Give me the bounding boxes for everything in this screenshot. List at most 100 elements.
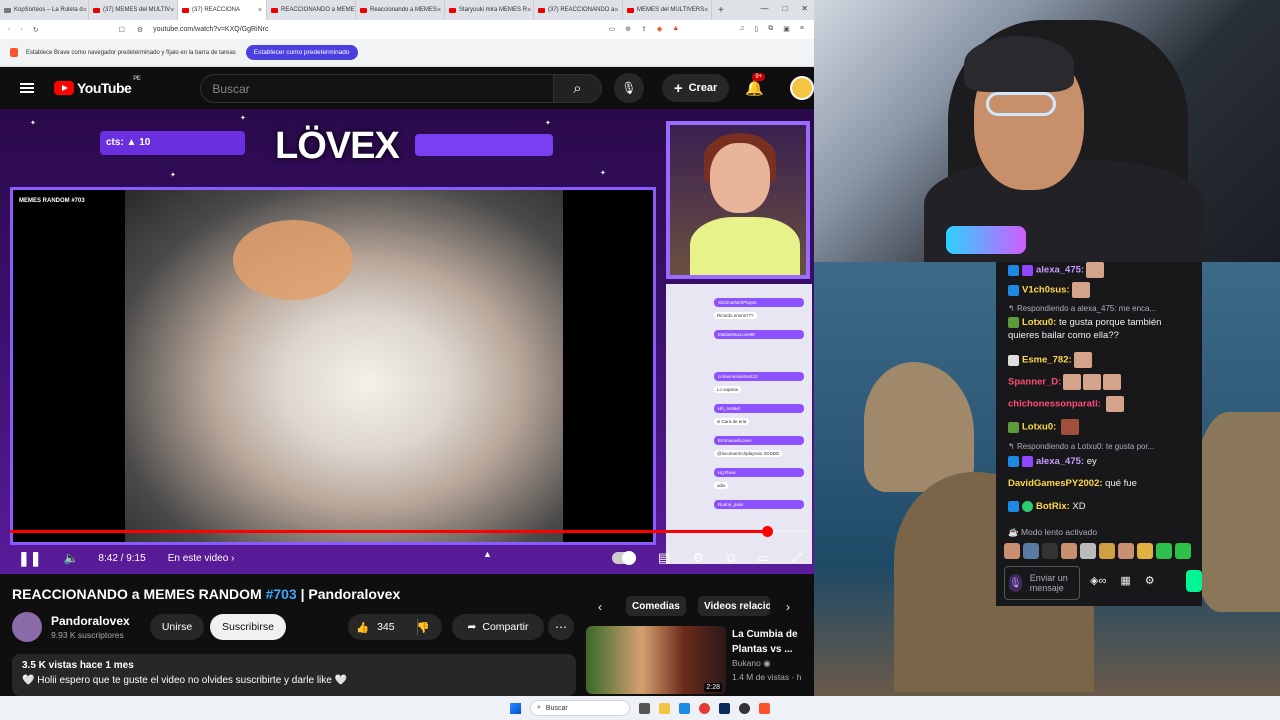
close-tab-icon[interactable]: ×	[704, 7, 708, 14]
url-field[interactable]: youtube.com/watch?v=KXQ/GgRiNrc	[153, 26, 268, 33]
fullscreen-icon[interactable]: ⤢	[792, 550, 802, 566]
close-tab-icon[interactable]: ×	[83, 7, 87, 14]
cast-icon[interactable]: ▭	[608, 25, 615, 33]
browser-tab-active[interactable]: (37) REACCIONA ×	[178, 0, 267, 20]
chapter-button[interactable]: En este video ›	[168, 553, 235, 564]
share-button[interactable]: ➦ Compartir	[452, 614, 544, 640]
close-tab-icon[interactable]: ×	[527, 7, 531, 14]
brave-icon[interactable]	[759, 702, 770, 714]
close-window-icon[interactable]: ✕	[801, 4, 808, 13]
back-icon[interactable]: ‹	[8, 26, 10, 33]
close-tab-icon[interactable]: ×	[170, 7, 174, 14]
settings-gear-icon[interactable]: ⚙	[692, 550, 704, 566]
chip-comedias[interactable]: Comedias	[626, 596, 686, 616]
browser-tab[interactable]: (37) MEMES del MULTIV ×	[89, 0, 178, 20]
store-icon[interactable]: ▦	[1120, 574, 1130, 587]
emote-icon[interactable]	[1004, 543, 1020, 559]
browser-tab[interactable]: REACCIONANDO a MEME×	[267, 0, 356, 20]
emote-icon[interactable]	[1137, 543, 1153, 559]
menu-icon[interactable]: ≡	[800, 25, 804, 33]
chat-send-button[interactable]	[1186, 570, 1202, 592]
emote-icon[interactable]	[1061, 543, 1077, 559]
join-button[interactable]: Unirse	[150, 614, 204, 640]
chips-next-icon[interactable]: ›	[786, 600, 790, 614]
menu-hamburger-icon[interactable]	[20, 83, 34, 93]
thumbs-down-icon[interactable]: 👎	[417, 621, 430, 634]
settings-gear-icon[interactable]: ⚙	[1145, 574, 1155, 587]
notifications-button[interactable]: 🔔 9+	[745, 73, 766, 97]
browser-tab[interactable]: MEMES del MULTIVERS ×	[623, 0, 712, 20]
autoplay-toggle[interactable]	[612, 551, 637, 565]
share-icon[interactable]: ⇪	[641, 25, 647, 33]
channel-name[interactable]: Pandoralovex	[51, 614, 130, 628]
sidebar-icon[interactable]: ▯	[754, 25, 758, 33]
chat-username[interactable]: Lotxu0:	[1022, 317, 1056, 328]
chat-username[interactable]: BotRix:	[1036, 501, 1070, 512]
search-button[interactable]: ⌕	[553, 73, 602, 103]
close-tab-icon[interactable]: ×	[614, 7, 618, 14]
video-player[interactable]: ✦ ✦ ✦ ✦ ✦ cts: ▲ 10 LÖVEX MEMES RANDOM #…	[0, 109, 822, 574]
maximize-icon[interactable]: □	[782, 4, 787, 13]
photoshop-icon[interactable]	[719, 702, 730, 714]
emote-icon[interactable]	[1156, 543, 1172, 559]
bookmark-icon[interactable]: ☐	[119, 26, 125, 34]
task-view-icon[interactable]	[639, 702, 650, 714]
chrome-icon[interactable]	[699, 702, 710, 714]
create-button[interactable]: + Crear	[661, 74, 730, 102]
emote-icon[interactable]	[1042, 543, 1058, 559]
pause-icon[interactable]: ❚❚	[18, 550, 41, 567]
set-default-button[interactable]: Establecer como predeterminado	[245, 45, 358, 60]
taskbar-search[interactable]: ⌕ Buscar	[530, 700, 630, 716]
recommended-channel[interactable]: Bukano ◉	[732, 658, 771, 669]
extensions-icon[interactable]: ⧉	[768, 25, 773, 33]
cast-icon[interactable]: ▭	[757, 550, 769, 566]
channel-avatar[interactable]	[12, 612, 42, 642]
miniplayer-icon[interactable]: ⧉	[726, 550, 735, 566]
subscribe-button[interactable]: Suscribirse	[210, 614, 286, 640]
chat-username[interactable]: chichonessonparati:	[1008, 399, 1101, 410]
like-count[interactable]: 345	[377, 621, 395, 633]
obs-icon[interactable]	[739, 702, 750, 714]
site-info-icon[interactable]: ⚙	[137, 26, 143, 34]
windows-start-icon[interactable]	[510, 702, 521, 714]
new-tab-icon[interactable]: +	[718, 5, 724, 16]
chat-username[interactable]: Lotxu0:	[1022, 422, 1056, 433]
voice-search-button[interactable]: 🎙	[613, 73, 644, 103]
emote-icon[interactable]	[1023, 543, 1039, 559]
bits-icon[interactable]: ◈∞	[1090, 574, 1106, 587]
chip-related[interactable]: Videos relacio	[698, 596, 770, 616]
chips-prev-icon[interactable]: ‹	[598, 600, 602, 614]
chat-username[interactable]: alexa_475:	[1036, 456, 1084, 467]
recommended-title[interactable]: La Cumbia de Plantas vs ...	[732, 627, 814, 657]
emote-icon[interactable]	[1099, 543, 1115, 559]
emote-icon[interactable]	[1118, 543, 1134, 559]
thumbs-up-icon[interactable]: 👍	[356, 621, 369, 634]
chat-username[interactable]: V1ch0sus:	[1022, 285, 1070, 296]
rewards-icon[interactable]: ▲	[672, 25, 679, 33]
file-explorer-icon[interactable]	[659, 702, 670, 714]
account-avatar[interactable]	[790, 76, 814, 100]
volume-icon[interactable]: 🔈	[63, 551, 78, 565]
reload-icon[interactable]: ↻	[33, 26, 39, 34]
more-actions-button[interactable]: ⋯	[548, 614, 574, 640]
edge-icon[interactable]	[679, 702, 690, 714]
chat-username[interactable]: DavidGamesPY2002:	[1008, 478, 1103, 489]
chat-username[interactable]: Esme_782:	[1022, 355, 1072, 366]
forward-icon[interactable]: ›	[20, 26, 22, 33]
search-input[interactable]: Buscar	[200, 73, 554, 103]
zoom-icon[interactable]: ⊕	[625, 25, 631, 33]
description-box[interactable]: 3.5 K vistas hace 1 mes 🤍 Holii espero q…	[12, 654, 576, 696]
close-tab-icon[interactable]: ×	[258, 7, 262, 14]
microphone-icon[interactable]: 🎙	[1009, 574, 1022, 592]
brave-shield-icon[interactable]: ◆	[657, 25, 662, 33]
emote-icon[interactable]	[1080, 543, 1096, 559]
subtitles-icon[interactable]: ▤	[658, 550, 670, 566]
scrubber-handle[interactable]	[761, 526, 773, 537]
title-hashtag[interactable]: #703	[266, 586, 297, 602]
wallet-icon[interactable]: ▣	[783, 25, 790, 33]
chat-username[interactable]: alexa_475:	[1036, 265, 1084, 276]
emote-icon[interactable]	[1175, 543, 1191, 559]
chat-input[interactable]: 🎙 Enviar un mensaje	[1004, 566, 1080, 600]
chat-username[interactable]: Spanner_D:	[1008, 377, 1061, 388]
minimize-icon[interactable]: —	[760, 4, 768, 13]
